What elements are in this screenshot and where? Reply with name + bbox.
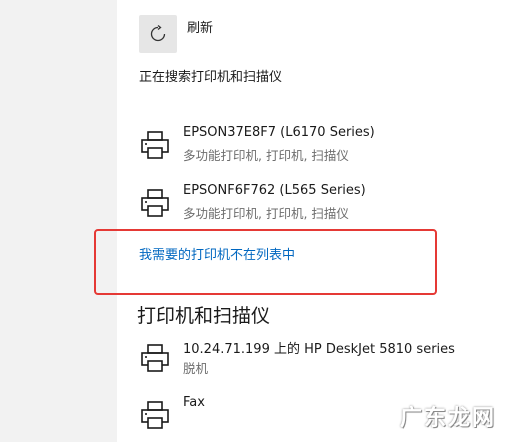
printer-icon — [141, 344, 169, 372]
device-name: EPSON37E8F7 (L6170 Series) — [183, 125, 375, 140]
highlight-annotation-box — [94, 229, 437, 295]
searching-status: 正在搜索打印机和扫描仪 — [139, 70, 283, 85]
found-printer-item[interactable]: EPSON37E8F7 (L6170 Series) 多功能打印机, 打印机, … — [139, 125, 499, 165]
refresh-button[interactable] — [139, 15, 177, 53]
refresh-icon — [150, 25, 166, 42]
printer-icon — [141, 131, 169, 159]
printer-icon — [141, 189, 169, 217]
found-printer-item[interactable]: EPSONF6F762 (L565 Series) 多功能打印机, 打印机, 扫… — [139, 183, 499, 223]
printer-icon — [141, 401, 169, 429]
printer-name: Fax — [183, 395, 205, 410]
printers-section-title: 打印机和扫描仪 — [137, 305, 271, 327]
printer-name: 10.24.71.199 上的 HP DeskJet 5810 series — [183, 342, 455, 357]
device-description: 多功能打印机, 打印机, 扫描仪 — [183, 148, 349, 163]
refresh-label: 刷新 — [187, 21, 214, 36]
printer-status: 脱机 — [183, 361, 209, 376]
device-name: EPSONF6F762 (L565 Series) — [183, 183, 366, 198]
device-description: 多功能打印机, 打印机, 扫描仪 — [183, 206, 349, 221]
installed-printer-item[interactable]: 10.24.71.199 上的 HP DeskJet 5810 series 脱… — [139, 338, 499, 378]
watermark-logo: 广东龙网 — [400, 406, 497, 431]
